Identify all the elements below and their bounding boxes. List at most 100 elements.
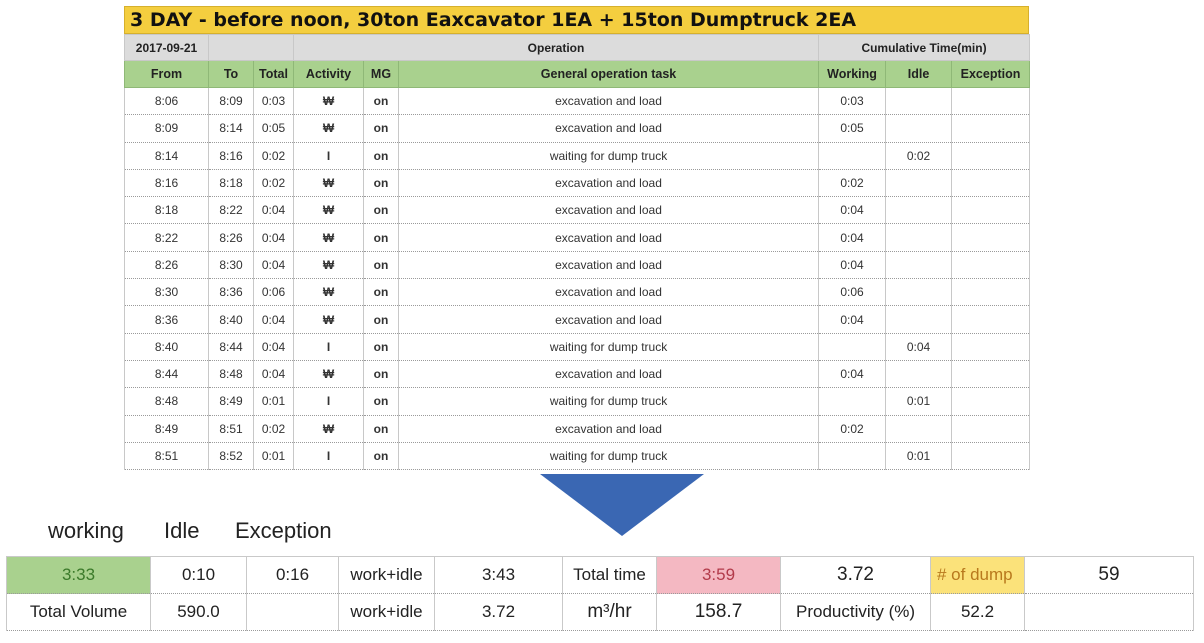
- down-triangle-arrow-icon: [540, 474, 704, 536]
- table-row: 8:30 8:36 0:06 ₩ on excavation and load 0:06: [124, 278, 1031, 307]
- cell-to: 8:49: [208, 387, 254, 416]
- work-idle-label: work+idle: [338, 556, 435, 594]
- cell-working: [818, 332, 887, 361]
- cell-task: excavation and load: [397, 168, 820, 198]
- cell-from: 8:16: [124, 168, 209, 198]
- cell-from: 8:09: [124, 114, 209, 143]
- cell-mg: on: [363, 114, 399, 143]
- blank-header: [208, 34, 294, 61]
- cell-to: 8:48: [208, 359, 254, 389]
- cell-to: 8:18: [208, 168, 254, 198]
- cell-mg: on: [363, 86, 399, 116]
- productivity-label: Productivity (%): [780, 593, 931, 631]
- cell-exception: [951, 414, 1031, 443]
- cell-activity: I: [293, 441, 364, 471]
- cell-to: 8:26: [208, 223, 254, 252]
- cell-total: 0:01: [253, 441, 294, 471]
- column-header: Idle: [885, 60, 953, 88]
- activity-work-icon: ₩: [293, 223, 364, 252]
- cell-activity: I: [293, 387, 364, 416]
- summary-legend: working Idle Exception: [0, 518, 420, 546]
- table-row: 8:06 8:09 0:03 ₩ on excavation and load 0:03: [124, 86, 1031, 116]
- cell-idle: [885, 359, 953, 389]
- blank-cell: [246, 593, 339, 631]
- cell-to: 8:30: [208, 250, 254, 280]
- cell-total: 0:04: [253, 250, 294, 280]
- cell-from: 8:36: [124, 305, 209, 334]
- cumulative-header: Cumulative Time(min): [818, 34, 1031, 61]
- summary-table: 3:33 0:10 0:16 work+idle 3:43 Total time…: [6, 556, 1194, 631]
- cell-from: 8:06: [124, 86, 209, 116]
- cell-idle: [885, 196, 953, 225]
- cell-from: 8:40: [124, 332, 209, 361]
- sheet-title: 3 DAY - before noon, 30ton Eaxcavator 1E…: [124, 6, 1029, 34]
- cell-task: excavation and load: [397, 359, 820, 389]
- activity-work-icon: ₩: [293, 250, 364, 280]
- cell-idle: [885, 86, 953, 116]
- cell-total: 0:06: [253, 278, 294, 307]
- total-volume-label: Total Volume: [6, 593, 151, 631]
- rate-value: 158.7: [656, 593, 781, 631]
- cell-total: 0:04: [253, 305, 294, 334]
- cell-working: 0:06: [818, 278, 887, 307]
- cell-working: 0:03: [818, 86, 887, 116]
- cell-total: 0:02: [253, 168, 294, 198]
- column-header: Exception: [951, 60, 1031, 88]
- column-header: MG: [363, 60, 399, 88]
- cell-task: excavation and load: [397, 114, 820, 143]
- working-total: 3:33: [6, 556, 151, 594]
- cell-task: excavation and load: [397, 223, 820, 252]
- column-header: General operation task: [397, 60, 820, 88]
- cell-exception: [951, 223, 1031, 252]
- work-idle-value: 3:43: [434, 556, 563, 594]
- cell-working: 0:04: [818, 223, 887, 252]
- activity-work-icon: ₩: [293, 86, 364, 116]
- idle-total: 0:10: [150, 556, 247, 594]
- cell-working: 0:04: [818, 196, 887, 225]
- cell-working: 0:04: [818, 250, 887, 280]
- cell-total: 0:02: [253, 141, 294, 170]
- cell-mg: on: [363, 278, 399, 307]
- cell-exception: [951, 86, 1031, 116]
- table-row: 8:14 8:16 0:02 Ion waiting for dump truck 0:0…: [124, 141, 1031, 170]
- cell-total: 0:04: [253, 359, 294, 389]
- blank-cell-2: [1024, 593, 1194, 631]
- cell-to: 8:36: [208, 278, 254, 307]
- activity-work-icon: ₩: [293, 305, 364, 334]
- cell-activity: I: [293, 332, 364, 361]
- dump-count-label: # of dump: [930, 556, 1025, 594]
- table-row: 8:18 8:22 0:04 ₩ on excavation and load 0:04: [124, 196, 1031, 225]
- table-row: 8:22 8:26 0:04 ₩ on excavation and load 0:04: [124, 223, 1031, 252]
- cell-mg: on: [363, 387, 399, 416]
- column-header: From: [124, 60, 209, 88]
- cell-mg: on: [363, 305, 399, 334]
- cell-exception: [951, 332, 1031, 361]
- cell-total: 0:05: [253, 114, 294, 143]
- table-row: 8:40 8:44 0:04 Ion waiting for dump truck 0:0…: [124, 332, 1031, 361]
- cell-idle: 0:02: [885, 141, 953, 170]
- dump-count-value: 59: [1024, 556, 1194, 594]
- productivity-value: 52.2: [930, 593, 1025, 631]
- cell-from: 8:48: [124, 387, 209, 416]
- cell-task: waiting for dump truck: [397, 387, 820, 416]
- cell-from: 8:30: [124, 278, 209, 307]
- cell-to: 8:16: [208, 141, 254, 170]
- total-hours: 3.72: [780, 556, 931, 594]
- cell-task: waiting for dump truck: [397, 441, 820, 471]
- cell-idle: [885, 223, 953, 252]
- table-row: 8:26 8:30 0:04 ₩ on excavation and load 0:04: [124, 250, 1031, 280]
- cell-mg: on: [363, 441, 399, 471]
- cell-working: 0:02: [818, 168, 887, 198]
- table-row: 8:36 8:40 0:04 ₩ on excavation and load 0:04: [124, 305, 1031, 334]
- cell-to: 8:44: [208, 332, 254, 361]
- cell-task: excavation and load: [397, 305, 820, 334]
- cell-idle: [885, 414, 953, 443]
- table-row: 8:51 8:52 0:01 Ion waiting for dump truck 0:0…: [124, 441, 1031, 471]
- work-idle-label-2: work+idle: [338, 593, 435, 631]
- cell-exception: [951, 278, 1031, 307]
- activity-work-icon: ₩: [293, 414, 364, 443]
- cell-mg: on: [363, 196, 399, 225]
- cell-working: 0:05: [818, 114, 887, 143]
- cell-mg: on: [363, 359, 399, 389]
- cell-total: 0:04: [253, 196, 294, 225]
